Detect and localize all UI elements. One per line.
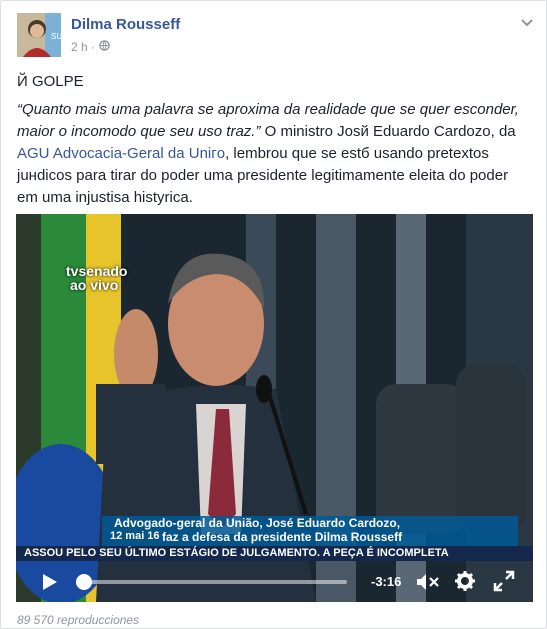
channel-logo-line1: tvsenado xyxy=(66,263,128,279)
fullscreen-icon[interactable] xyxy=(493,570,515,597)
post-text-part1: O ministro Josй Eduardo Cardozo, da xyxy=(260,123,516,140)
page-link[interactable]: AGU Advocacia-Geral da Uniгo xyxy=(17,145,225,162)
timestamp[interactable]: 2 h · xyxy=(71,40,95,54)
channel-logo-line2: ao vivo xyxy=(70,277,119,293)
post-card: SU Dilma Rousseff 2 h · Й GOLPE “Quanto … xyxy=(0,0,547,629)
caption-line2: faz a defesa da presidente Dilma Roussef… xyxy=(162,530,403,544)
time-remaining: -3:16 xyxy=(371,574,402,589)
view-count[interactable]: 89 570 reproducciones xyxy=(17,613,139,627)
channel-logo: tvsenado ao vivo xyxy=(66,264,127,292)
author-name[interactable]: Dilma Rousseff xyxy=(71,16,180,33)
avatar[interactable]: SU xyxy=(17,13,61,57)
post-meta: 2 h · xyxy=(71,40,110,54)
video-player[interactable]: tvsenado ao vivo Advogado-geral da União… xyxy=(16,214,533,602)
video-controls: -3:16 xyxy=(16,561,533,602)
video-caption: Advogado-geral da União, José Eduardo Ca… xyxy=(102,516,518,546)
post-text: “Quanto mais uma palavra se aproxima da … xyxy=(17,99,529,209)
gear-icon[interactable] xyxy=(454,570,476,597)
svg-text:SU: SU xyxy=(51,32,61,41)
caption-date: 12 mai 16 xyxy=(110,530,160,542)
news-ticker: ASSOU PELO SEU ÚLTIMO ESTÁGIO DE JULGAME… xyxy=(16,546,533,561)
progress-track[interactable] xyxy=(82,580,347,584)
play-icon[interactable] xyxy=(42,573,58,596)
globe-icon xyxy=(99,40,110,54)
progress-handle[interactable] xyxy=(76,574,92,590)
post-title: Й GOLPE xyxy=(17,73,84,90)
mute-icon[interactable] xyxy=(416,572,440,597)
caption-line1: Advogado-geral da União, José Eduardo Ca… xyxy=(114,516,401,530)
chevron-down-icon[interactable] xyxy=(520,15,534,33)
avatar-image: SU xyxy=(17,13,61,57)
